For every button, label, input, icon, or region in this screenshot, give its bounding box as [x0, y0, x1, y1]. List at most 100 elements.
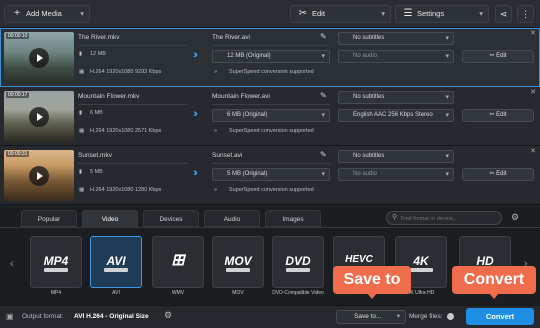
file-size: 6 MB: [90, 110, 103, 116]
mov-icon: MOV: [224, 254, 252, 268]
chevron-down-icon: ▾: [80, 9, 84, 18]
file-row[interactable]: 00:00:17 Mountain Flower.mkv ▮ 6 MB ▦ H.…: [0, 87, 540, 146]
subtitles-select[interactable]: No subtitles: [338, 32, 454, 45]
format-mov[interactable]: MOV MOV: [212, 236, 264, 297]
file-size: 12 MB: [90, 51, 106, 57]
file-name: The River.mkv: [78, 34, 120, 41]
play-icon[interactable]: [29, 107, 49, 127]
superspeed-status: SuperSpeed conversion supported: [229, 187, 314, 193]
dvd-icon: DVD: [285, 254, 311, 268]
rename-pencil-icon[interactable]: ✎: [320, 91, 327, 100]
file-icon: ▮: [79, 169, 83, 175]
edit-file-button[interactable]: ✂ Edit: [462, 50, 534, 63]
format-label: AVI: [112, 290, 120, 296]
superspeed-status: SuperSpeed conversion supported: [229, 128, 314, 134]
merge-files-toggle[interactable]: [447, 313, 454, 320]
tab-devices[interactable]: Devices: [143, 210, 199, 227]
edit-button[interactable]: ✂ Edit ▾: [290, 5, 391, 23]
output-file-name[interactable]: The River.avi: [212, 34, 250, 41]
subtitles-select[interactable]: No subtitles: [338, 91, 454, 104]
format-badge: [409, 268, 433, 272]
search-icon: ⚲: [392, 214, 398, 221]
settings-sliders-icon: ☰: [403, 8, 413, 19]
convert-button[interactable]: Convert: [466, 308, 534, 325]
output-settings-icon[interactable]: ⚙: [164, 310, 172, 321]
rename-pencil-icon[interactable]: ✎: [320, 150, 327, 159]
divider: [78, 163, 188, 164]
format-badge: [286, 268, 310, 272]
speed-icon: »: [214, 128, 218, 134]
tab-images[interactable]: Images: [265, 210, 321, 227]
avi-icon: AVI: [106, 254, 126, 268]
merge-files-label: Merge files:: [409, 313, 443, 320]
speed-icon: »: [214, 187, 218, 193]
settings-icon[interactable]: ⚙: [511, 212, 519, 223]
edit-file-button[interactable]: ✂ Edit: [462, 109, 534, 122]
file-row[interactable]: 00:00:31 Sunset.mkv ▮ 5 MB ▦ H.264 1920x…: [0, 146, 540, 205]
output-file-name[interactable]: Sunset.avi: [212, 152, 242, 159]
tab-popular[interactable]: Popular: [21, 210, 77, 227]
more-vertical-icon: ⋮: [521, 9, 530, 19]
divider: [212, 163, 330, 164]
output-size-select[interactable]: 6 MB (Original): [212, 109, 330, 122]
format-badge: [226, 268, 250, 272]
convert-arrow-icon: ›››: [193, 49, 198, 61]
share-icon: ⋖: [499, 9, 508, 19]
play-icon[interactable]: [29, 166, 49, 186]
share-button[interactable]: ⋖: [495, 5, 512, 23]
remove-file-icon[interactable]: ✕: [530, 29, 536, 37]
subtitles-select[interactable]: No subtitles: [338, 150, 454, 163]
format-label: DVD-Compatible Video: [272, 290, 324, 296]
menu-button[interactable]: ⋮: [517, 5, 534, 23]
plus-icon: +: [14, 8, 20, 19]
video-thumbnail[interactable]: 00:00:31: [4, 150, 74, 201]
rename-pencil-icon[interactable]: ✎: [320, 32, 327, 41]
format-wmv[interactable]: ⊞ WMV: [152, 236, 204, 297]
file-name: Mountain Flower.mkv: [78, 93, 140, 100]
audio-select[interactable]: English AAC 256 Kbps Stereo: [338, 109, 454, 122]
edit-tools-icon: ✂: [298, 8, 308, 19]
file-name: Sunset.mkv: [78, 152, 112, 159]
format-mp4[interactable]: MP4 MP4: [30, 236, 82, 297]
format-label: MOV: [232, 290, 244, 296]
divider: [212, 104, 330, 105]
film-icon: ▦: [79, 128, 85, 134]
audio-select[interactable]: No audio: [338, 50, 454, 63]
save-to-callout: Save to: [333, 266, 411, 299]
chevron-down-icon: ▾: [479, 9, 483, 18]
output-size-select[interactable]: 12 MB (Original): [212, 50, 330, 63]
output-format-value[interactable]: AVI H.264 - Original Size: [74, 313, 149, 320]
video-thumbnail[interactable]: 00:00:17: [4, 91, 74, 142]
scroll-left-icon[interactable]: ‹: [10, 258, 14, 270]
tab-audio[interactable]: Audio: [204, 210, 260, 227]
video-meta: H.264 1920x1080 1280 Kbps: [90, 187, 162, 193]
remove-file-icon[interactable]: ✕: [530, 147, 536, 155]
search-input[interactable]: [401, 214, 497, 223]
format-badge: [44, 268, 68, 272]
film-icon: ▦: [79, 69, 85, 75]
chevron-down-icon: ▾: [396, 313, 400, 320]
superspeed-status: SuperSpeed conversion supported: [229, 69, 314, 75]
add-media-button[interactable]: + Add Media ▾: [4, 5, 90, 23]
output-file-name[interactable]: Mountain Flower.avi: [212, 93, 270, 100]
save-to-select[interactable]: Save to... ▾: [336, 310, 406, 324]
edit-file-button[interactable]: ✂ Edit: [462, 168, 534, 181]
remove-file-icon[interactable]: ✕: [530, 88, 536, 96]
output-size-select[interactable]: 5 MB (Original): [212, 168, 330, 181]
duration-badge: 00:00:17: [6, 92, 30, 98]
file-size: 5 MB: [90, 169, 103, 175]
file-row[interactable]: 00:00:10 The River.mkv ▮ 12 MB ▦ H.264 1…: [0, 28, 540, 87]
output-format-label: Output format:: [22, 313, 64, 320]
convert-callout: Convert: [452, 266, 536, 299]
audio-select[interactable]: No audio: [338, 168, 454, 181]
search-field[interactable]: ⚲: [386, 211, 502, 225]
settings-button[interactable]: ☰ Settings ▾: [395, 5, 489, 23]
format-avi[interactable]: AVI AVI: [90, 236, 142, 297]
windows-logo-icon: ⊞: [171, 252, 185, 269]
tab-video[interactable]: Video: [82, 210, 138, 227]
divider: [0, 227, 540, 228]
format-dvd[interactable]: DVD DVD-Compatible Video: [272, 236, 324, 297]
convert-arrow-icon: ›››: [193, 108, 198, 120]
video-thumbnail[interactable]: 00:00:10: [4, 32, 74, 83]
play-icon[interactable]: [29, 48, 49, 68]
